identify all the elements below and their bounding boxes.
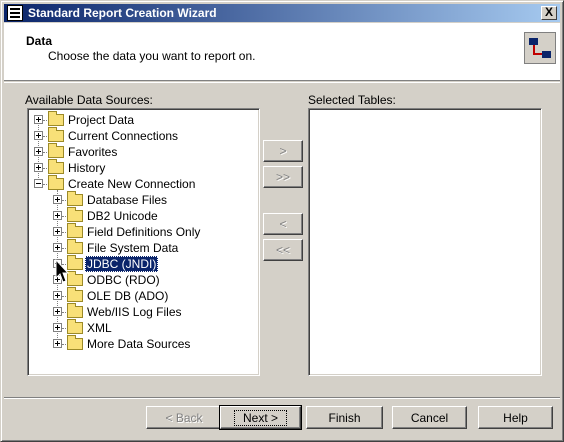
- tree-item-label: Database Files: [87, 193, 168, 207]
- tree-item[interactable]: Create New Connection: [28, 175, 258, 192]
- expand-icon[interactable]: [53, 339, 62, 348]
- tree-item[interactable]: OLE DB (ADO): [28, 287, 258, 304]
- page-title: Data: [26, 34, 53, 48]
- footer-separator: [4, 397, 560, 399]
- back-button-label: < Back: [165, 410, 203, 425]
- available-sources-label: Available Data Sources:: [25, 93, 153, 107]
- back-button[interactable]: < Back: [146, 406, 222, 429]
- folder-icon: [67, 319, 83, 334]
- folder-icon: [67, 207, 83, 222]
- expand-icon[interactable]: [53, 243, 62, 252]
- folder-icon: [48, 175, 64, 190]
- folder-icon: [67, 303, 83, 318]
- wizard-header: Data Choose the data you want to report …: [4, 23, 560, 81]
- remove-all-button-label: <<: [275, 243, 290, 257]
- folder-icon: [67, 223, 83, 238]
- tree-item[interactable]: More Data Sources: [28, 335, 258, 352]
- expand-icon[interactable]: [34, 163, 43, 172]
- folder-icon: [67, 191, 83, 206]
- page-subtitle: Choose the data you want to report on.: [48, 49, 256, 63]
- app-icon: [7, 5, 23, 21]
- selected-tables-list[interactable]: [308, 108, 542, 376]
- tree-item[interactable]: History: [28, 159, 258, 176]
- tree-item-label: JDBC (JNDI): [85, 256, 159, 272]
- tree-item[interactable]: Project Data: [28, 111, 258, 128]
- expand-icon[interactable]: [53, 211, 62, 220]
- title-bar[interactable]: Standard Report Creation Wizard X: [4, 4, 560, 22]
- tree-item-label: Favorites: [68, 145, 118, 159]
- add-button[interactable]: >: [263, 140, 303, 162]
- finish-button-label: Finish: [328, 410, 361, 425]
- tree-item-label: File System Data: [87, 241, 179, 255]
- add-all-button-label: >>: [275, 170, 290, 184]
- tree-item-label: Create New Connection: [68, 177, 196, 191]
- expand-icon[interactable]: [53, 195, 62, 204]
- tree-item-label: Project Data: [68, 113, 135, 127]
- wizard-window: Standard Report Creation Wizard X Data C…: [0, 0, 564, 442]
- tree-item-label: DB2 Unicode: [87, 209, 158, 223]
- mouse-pointer-icon: [55, 259, 70, 283]
- close-icon: X: [544, 5, 553, 19]
- folder-icon: [48, 159, 64, 174]
- tree-item-label: Web/IIS Log Files: [87, 305, 182, 319]
- tree-item-label: More Data Sources: [87, 337, 191, 351]
- tree-item-label: OLE DB (ADO): [87, 289, 169, 303]
- remove-button[interactable]: <: [263, 213, 303, 235]
- expand-icon[interactable]: [34, 147, 43, 156]
- window-title: Standard Report Creation Wizard: [28, 6, 217, 20]
- selected-tables-label: Selected Tables:: [308, 93, 396, 107]
- tree-item[interactable]: File System Data: [28, 239, 258, 256]
- tree-item[interactable]: DB2 Unicode: [28, 207, 258, 224]
- folder-icon: [48, 111, 64, 126]
- folder-icon: [67, 287, 83, 302]
- tree-item-label: XML: [87, 321, 112, 335]
- help-button[interactable]: Help: [478, 406, 553, 429]
- remove-all-button[interactable]: <<: [263, 239, 303, 261]
- available-sources-tree[interactable]: Project Data Current Connections Favorites…: [27, 108, 260, 376]
- folder-icon: [67, 239, 83, 254]
- help-button-label: Help: [503, 410, 528, 425]
- tree-item[interactable]: Web/IIS Log Files: [28, 303, 258, 320]
- close-button[interactable]: X: [541, 6, 557, 20]
- expand-icon[interactable]: [53, 323, 62, 332]
- folder-icon: [67, 335, 83, 350]
- next-button[interactable]: Next >: [219, 405, 302, 430]
- folder-icon: [48, 127, 64, 142]
- data-link-icon: [524, 32, 556, 64]
- tree-item[interactable]: Database Files: [28, 191, 258, 208]
- tree-item[interactable]: XML: [28, 319, 258, 336]
- tree-item-label: History: [68, 161, 106, 175]
- add-button-label: >: [279, 144, 287, 158]
- expand-icon[interactable]: [53, 307, 62, 316]
- expand-icon[interactable]: [53, 227, 62, 236]
- finish-button[interactable]: Finish: [306, 406, 383, 429]
- folder-icon: [48, 143, 64, 158]
- tree-item-label: Field Definitions Only: [87, 225, 201, 239]
- next-button-label: Next >: [233, 409, 287, 426]
- collapse-icon[interactable]: [34, 179, 43, 188]
- tree-item[interactable]: Current Connections: [28, 127, 258, 144]
- expand-icon[interactable]: [34, 131, 43, 140]
- cancel-button-label: Cancel: [410, 410, 449, 425]
- tree-item-label: Current Connections: [68, 129, 179, 143]
- remove-button-label: <: [279, 217, 287, 231]
- cancel-button[interactable]: Cancel: [392, 406, 467, 429]
- add-all-button[interactable]: >>: [263, 166, 303, 188]
- header-divider: [4, 82, 560, 83]
- tree-item[interactable]: Field Definitions Only: [28, 223, 258, 240]
- expand-icon[interactable]: [53, 291, 62, 300]
- tree-item-label: ODBC (RDO): [87, 273, 160, 287]
- tree-item[interactable]: Favorites: [28, 143, 258, 160]
- expand-icon[interactable]: [34, 115, 43, 124]
